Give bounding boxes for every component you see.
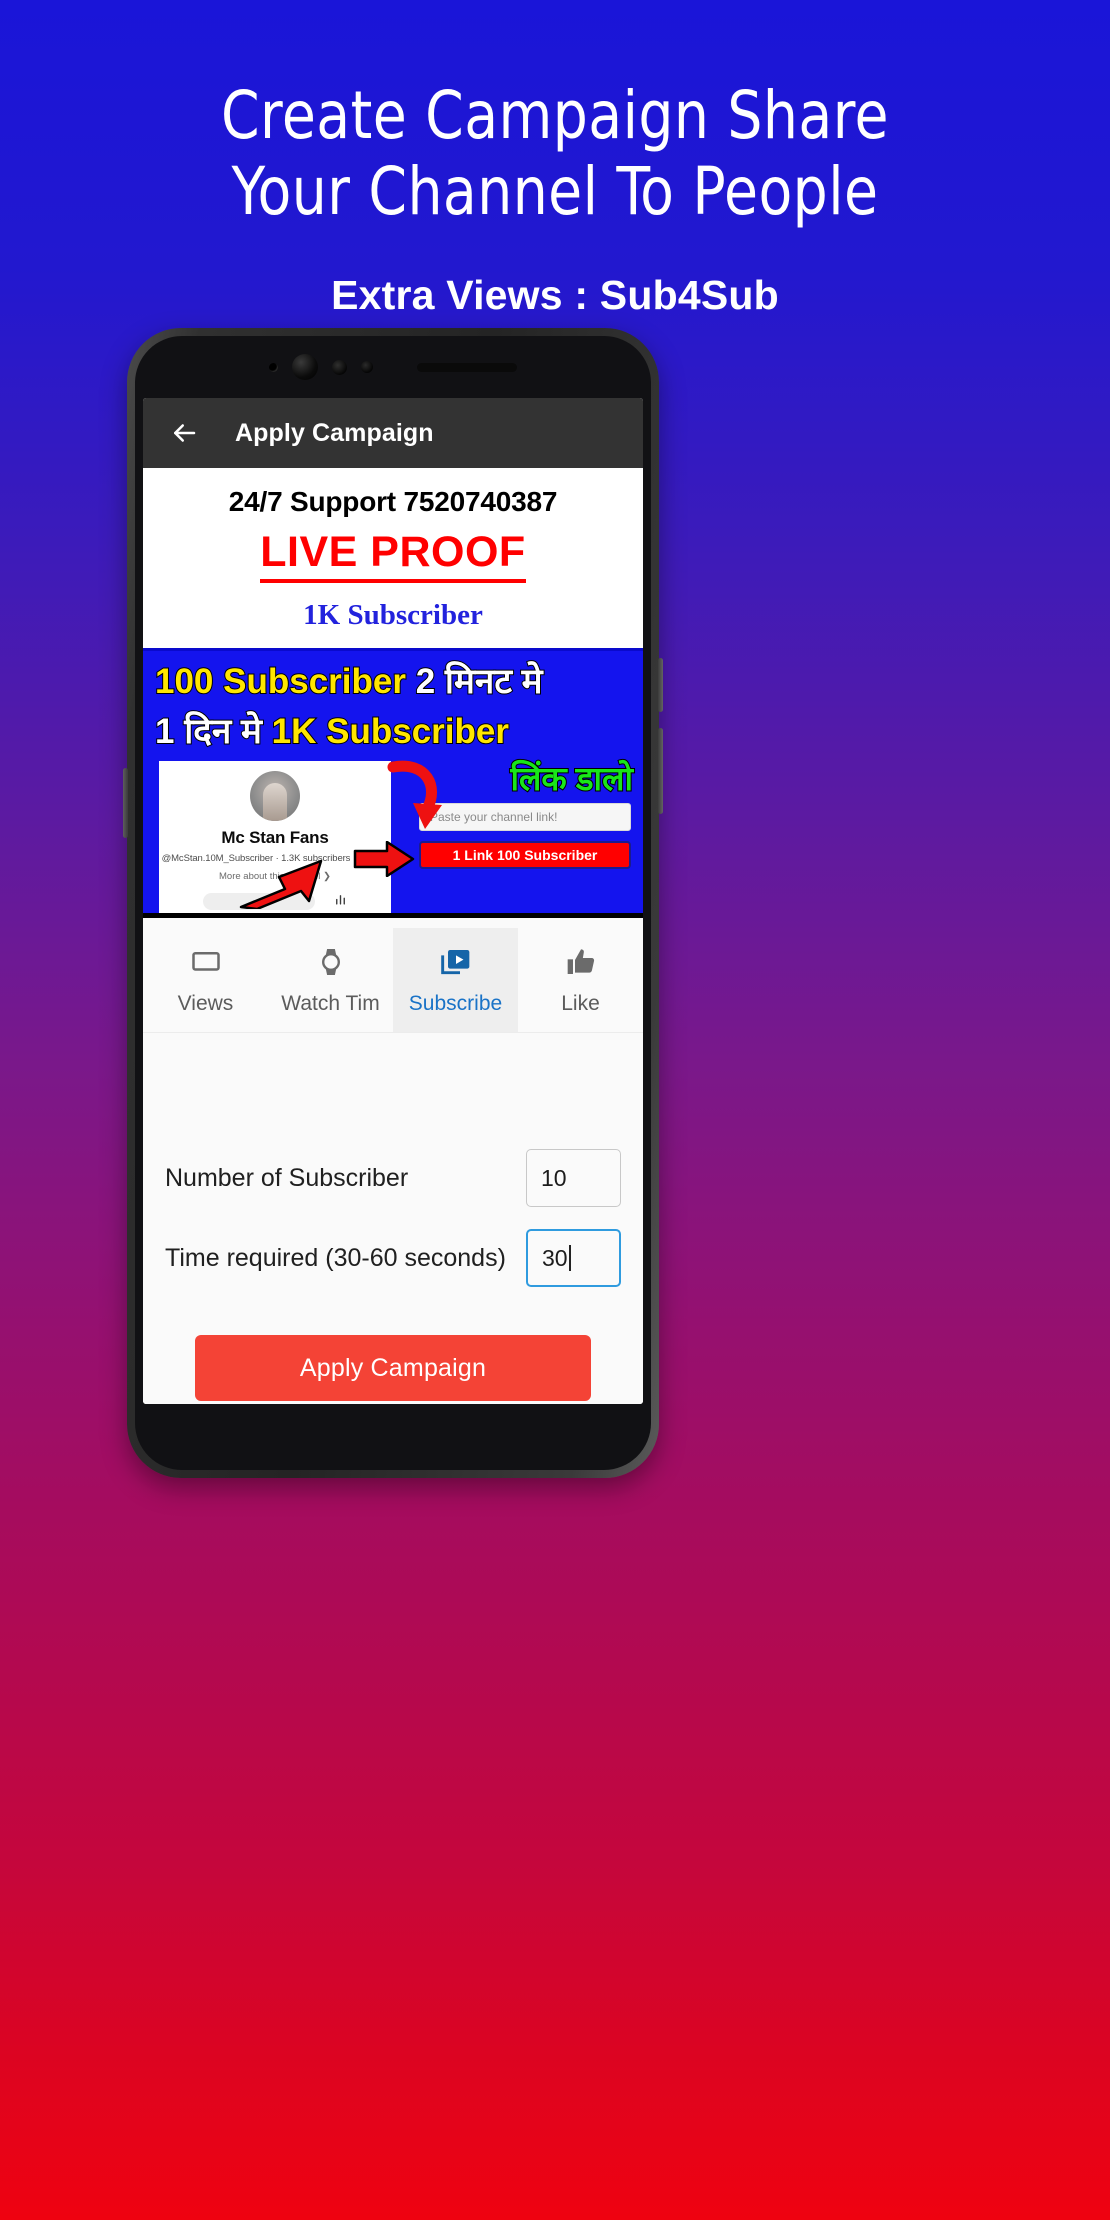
bar-chart-icon xyxy=(333,892,348,910)
promo-thumbnail: 100 Subscriber 2 मिनट मे 1 दिन मे 1K Sub… xyxy=(143,648,643,918)
tab-label: Like xyxy=(561,992,600,1015)
subscriber-count-text: 1K Subscriber xyxy=(303,599,483,631)
live-proof-text: LIVE PROOF xyxy=(260,528,526,583)
phone-power-button xyxy=(658,728,663,814)
thumbnail-green-text: लिंक डालो xyxy=(509,759,634,798)
curved-arrow-icon xyxy=(387,759,447,836)
time-required-label: Time required (30-60 seconds) xyxy=(165,1243,506,1272)
up-left-arrow-icon xyxy=(239,859,325,913)
subscriber-count-input[interactable]: 10 xyxy=(526,1149,621,1207)
earpiece-speaker xyxy=(417,362,517,372)
subscriber-count-label: Number of Subscriber xyxy=(165,1163,409,1192)
tab-label: Views xyxy=(177,992,234,1015)
link-subscriber-button-mock: 1 Link 100 Subscriber xyxy=(419,841,631,869)
right-arrow-icon xyxy=(353,840,415,882)
paste-link-placeholder: Paste your channel link! xyxy=(430,810,558,824)
tab-label: Watch Tim xyxy=(281,992,380,1015)
phone-side-button-left xyxy=(123,768,128,838)
link-subscriber-label: 1 Link 100 Subscriber xyxy=(452,847,598,863)
promo-header: Create Campaign Share Your Channel To Pe… xyxy=(0,0,1110,319)
promo-subtitle: Extra Views : Sub4Sub xyxy=(331,272,779,318)
campaign-form: Number of Subscriber 10 Time required (3… xyxy=(143,1033,643,1404)
proximity-sensor-icon xyxy=(332,359,347,375)
arrow-left-icon[interactable] xyxy=(169,418,199,448)
promo-title: Create Campaign Share Your Channel To Pe… xyxy=(221,77,889,230)
thumbnail-headline-2: 1 दिन मे 1K Subscriber xyxy=(154,711,510,752)
sensor-icon xyxy=(269,362,278,372)
thumb-up-icon xyxy=(565,944,597,980)
phone-mockup: Apply Campaign 24/7 Support 7520740387 L… xyxy=(123,328,663,1478)
phone-bottom-bezel xyxy=(135,1404,651,1470)
light-sensor-icon xyxy=(361,361,373,373)
tab-subscribe[interactable]: Subscribe xyxy=(393,928,518,1032)
subscriber-count-row: Number of Subscriber 10 xyxy=(165,1149,621,1207)
text-caret xyxy=(568,1245,571,1271)
time-required-row: Time required (30-60 seconds) 30 xyxy=(165,1229,621,1287)
phone-screen: Apply Campaign 24/7 Support 7520740387 L… xyxy=(143,398,643,1404)
tab-label: Subscribe xyxy=(408,992,503,1015)
tab-watch-time[interactable]: Watch Tim xyxy=(268,928,393,1032)
tab-views[interactable]: Views xyxy=(143,928,268,1032)
app-bar: Apply Campaign xyxy=(143,398,643,468)
time-required-input[interactable]: 30 xyxy=(526,1229,621,1287)
phone-volume-button xyxy=(658,658,663,712)
phone-top-bezel xyxy=(135,336,651,398)
time-required-value: 30 xyxy=(542,1244,568,1271)
tab-like[interactable]: Like xyxy=(518,928,643,1032)
subscriber-count-value: 10 xyxy=(541,1164,567,1191)
front-camera-icon xyxy=(292,354,318,380)
promo-banner: 24/7 Support 7520740387 LIVE PROOF 1K Su… xyxy=(143,468,643,648)
page-title: Apply Campaign xyxy=(235,418,434,447)
apply-campaign-button[interactable]: Apply Campaign xyxy=(195,1335,591,1401)
avatar xyxy=(250,771,300,821)
apply-campaign-label: Apply Campaign xyxy=(299,1353,487,1382)
monitor-icon xyxy=(189,944,223,980)
watch-icon xyxy=(318,944,344,980)
paste-link-field-mock: Paste your channel link! xyxy=(419,803,631,831)
support-line: 24/7 Support 7520740387 xyxy=(228,486,558,517)
thumbnail-headline-1: 100 Subscriber 2 मिनट मे xyxy=(154,661,544,702)
campaign-type-tabs: Views Watch Tim Subscribe Like xyxy=(143,918,643,1033)
video-library-icon xyxy=(439,944,473,980)
